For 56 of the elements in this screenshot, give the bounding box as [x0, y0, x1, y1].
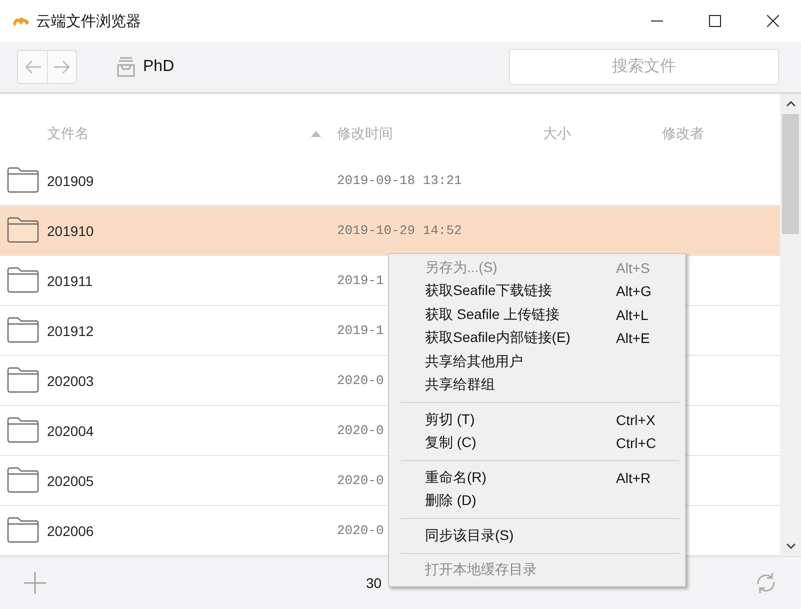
- modified-time: 2020-0: [337, 473, 384, 488]
- folder-icon: [7, 217, 39, 243]
- modified-time: 2020-0: [337, 423, 384, 438]
- modified-time: 2020-0: [337, 373, 384, 388]
- shortcut-label: Alt+E: [616, 330, 650, 346]
- menu-item[interactable]: 同步该目录(S): [389, 524, 685, 548]
- inbox-icon: [117, 57, 135, 77]
- menu-item[interactable]: 剪切 (T) Ctrl+X: [389, 408, 685, 432]
- menu-item[interactable]: 获取Seafile内部链接(E) Alt+E: [389, 326, 685, 350]
- folder-icon: [7, 467, 39, 493]
- folder-icon: [7, 317, 39, 343]
- item-count: 30: [366, 575, 382, 591]
- close-icon[interactable]: [767, 15, 779, 27]
- menu-item[interactable]: 重命名(R) Alt+R: [389, 466, 685, 490]
- scroll-down-icon[interactable]: [786, 543, 796, 549]
- shortcut-label: Ctrl+C: [616, 435, 656, 452]
- folder-icon: [7, 267, 39, 293]
- back-arrow-icon: [24, 60, 42, 74]
- folder-icon: [7, 417, 39, 443]
- file-name: 201911: [47, 272, 93, 288]
- file-name: 202006: [47, 522, 94, 538]
- folder-icon: [7, 167, 39, 193]
- add-icon[interactable]: [24, 572, 46, 594]
- maximize-icon[interactable]: [709, 15, 721, 27]
- shortcut-label: Ctrl+X: [616, 412, 656, 428]
- modified-time: 2019-10-29 14:52: [337, 223, 462, 238]
- modified-time: 2020-0: [337, 523, 384, 538]
- shortcut-label: Alt+L: [616, 306, 648, 323]
- file-name: 202005: [47, 472, 94, 488]
- menu-item[interactable]: 删除 (D): [389, 490, 685, 513]
- scrollbar-thumb[interactable]: [782, 114, 799, 234]
- menu-item[interactable]: 获取 Seafile 上传链接 Alt+L: [389, 303, 685, 326]
- modified-time: 2019-1: [337, 323, 384, 338]
- shortcut-label: Alt+R: [616, 470, 651, 486]
- folder-icon: [7, 517, 39, 543]
- file-name: 202004: [47, 422, 94, 438]
- menu-item[interactable]: 共享给其他用户: [389, 350, 685, 374]
- forward-arrow-icon: [53, 60, 71, 74]
- shortcut-label: Alt+S: [616, 260, 650, 276]
- scroll-up-icon[interactable]: [786, 101, 796, 107]
- menu-item[interactable]: 共享给群组: [389, 374, 685, 397]
- file-name: 201910: [47, 222, 94, 238]
- menu-item[interactable]: 复制 (C) Ctrl+C: [389, 432, 685, 455]
- app-logo-icon: [12, 15, 30, 27]
- file-name: 201912: [47, 322, 94, 338]
- file-row[interactable]: 201910 2019-10-29 14:52: [0, 206, 780, 256]
- file-name: 201909: [47, 172, 94, 188]
- window-title: 云端文件浏览器: [36, 12, 141, 30]
- library-name[interactable]: PhD: [143, 58, 174, 76]
- menu-item[interactable]: 获取Seafile下载链接 Alt+G: [389, 280, 685, 303]
- file-name: 202003: [47, 372, 94, 388]
- search-field[interactable]: 搜索文件: [509, 49, 779, 85]
- folder-icon: [7, 367, 39, 393]
- modified-time: 2019-09-18 13:21: [337, 173, 462, 188]
- shortcut-label: Alt+G: [616, 283, 652, 300]
- modified-time: 2019-1: [337, 273, 384, 288]
